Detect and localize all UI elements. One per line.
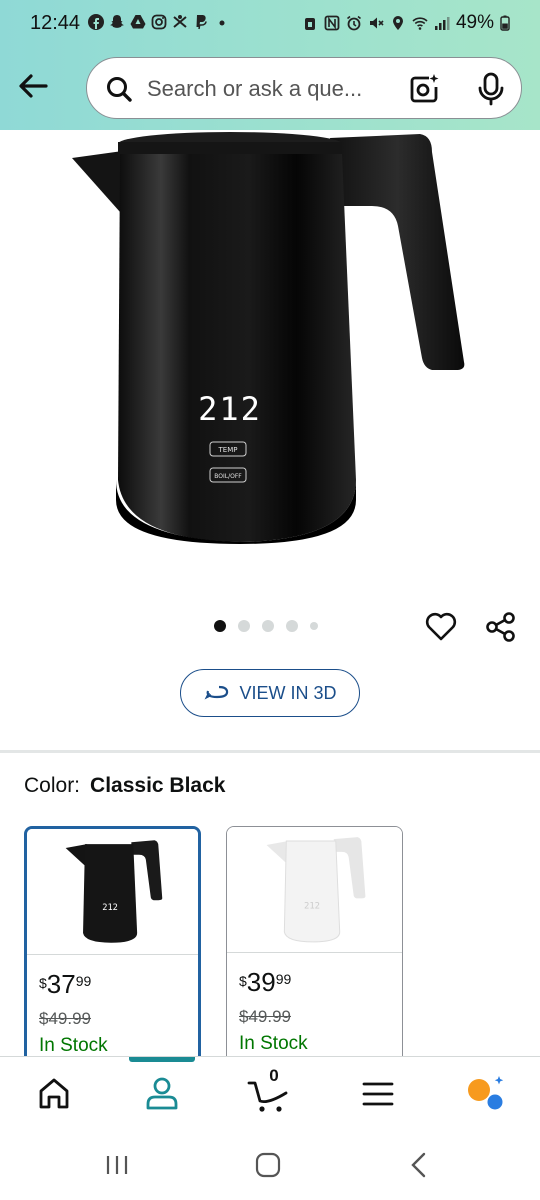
- system-icons: 49%: [302, 12, 510, 34]
- recent-apps-icon[interactable]: [100, 1148, 134, 1182]
- carousel-dot[interactable]: [238, 620, 250, 632]
- search-bar[interactable]: [86, 57, 522, 119]
- view-in-3d-label: VIEW IN 3D: [239, 682, 337, 703]
- color-label: Color:: [24, 774, 81, 797]
- alarm-icon: [346, 15, 361, 31]
- signal-icon: [434, 17, 450, 30]
- battery-percent: 49%: [455, 12, 494, 33]
- account-icon[interactable]: [139, 1071, 185, 1117]
- android-navigation-bar: [0, 1130, 540, 1200]
- status-time: 12:44: [30, 12, 81, 34]
- home-icon[interactable]: [31, 1071, 77, 1117]
- nfc-icon: [324, 15, 340, 31]
- swatch-image-white-kettle: 212: [227, 827, 402, 953]
- color-swatch-white[interactable]: 212 $ 39 99 $49.99 In Stock: [226, 826, 403, 1066]
- battery-icon: [500, 15, 510, 31]
- price-fraction: 99: [75, 973, 92, 989]
- wifi-icon: [412, 17, 428, 30]
- snapchat-icon: [110, 15, 124, 28]
- color-swatch-black[interactable]: 212 $ 37 99 $49.99 In Stock: [24, 826, 201, 1066]
- kettle-boil-label: BOIL/OFF: [214, 473, 242, 480]
- active-tab-indicator: [129, 1057, 195, 1062]
- bluetooth-person-icon: [173, 15, 187, 28]
- product-image-kettle[interactable]: 212 TEMP BOIL/OFF: [60, 130, 480, 570]
- price-symbol: $: [39, 975, 47, 991]
- heart-icon[interactable]: [424, 610, 458, 644]
- header: 12:44 49%: [0, 0, 540, 130]
- stock-status: In Stock: [239, 1033, 308, 1054]
- search-input[interactable]: [147, 72, 397, 106]
- rotate-3d-icon: [205, 685, 229, 700]
- carousel-dot[interactable]: [310, 622, 318, 630]
- price-fraction: 99: [275, 971, 292, 987]
- mute-icon: [369, 17, 384, 29]
- lock-icon: [304, 18, 315, 30]
- back-arrow-icon[interactable]: [14, 66, 54, 106]
- swatch-price: $ 37 99: [39, 971, 91, 997]
- instagram-icon: [151, 14, 167, 30]
- color-value: Classic Black: [90, 774, 226, 797]
- list-price: $49.99: [239, 1007, 291, 1026]
- status-bar: 12:44 49%: [0, 0, 540, 50]
- swatch-display: 212: [102, 903, 118, 913]
- swatch-image-black-kettle: 212: [27, 829, 198, 955]
- swatch-price: $ 39 99: [239, 969, 291, 995]
- price-symbol: $: [239, 973, 247, 989]
- paypal-icon: [196, 15, 207, 30]
- stock-status: In Stock: [39, 1035, 108, 1056]
- menu-icon[interactable]: [355, 1071, 401, 1117]
- facebook-icon: [88, 14, 104, 30]
- location-icon: [392, 16, 403, 30]
- notification-icons: [88, 14, 230, 30]
- section-divider: [0, 750, 540, 753]
- cart-count-badge: 0: [269, 1066, 279, 1085]
- kettle-display-number: 212: [198, 390, 262, 428]
- home-button-icon[interactable]: [251, 1148, 285, 1182]
- rufus-assistant-icon[interactable]: [462, 1071, 508, 1117]
- back-button-icon[interactable]: [403, 1148, 437, 1182]
- carousel-dot[interactable]: [262, 620, 274, 632]
- drive-icon: [130, 15, 146, 29]
- swatch-display: 212: [304, 901, 320, 911]
- price-whole: 39: [246, 967, 276, 997]
- carousel-dot[interactable]: [214, 620, 226, 632]
- search-icon[interactable]: [105, 75, 133, 103]
- view-in-3d-button[interactable]: VIEW IN 3D: [180, 669, 360, 717]
- share-icon[interactable]: [484, 610, 518, 644]
- kettle-temp-label: TEMP: [218, 446, 238, 454]
- color-selector-header: Color: Classic Black: [24, 774, 225, 798]
- image-carousel-dots: [214, 620, 318, 632]
- list-price: $49.99: [39, 1009, 91, 1028]
- microphone-icon[interactable]: [475, 72, 507, 106]
- camera-search-icon[interactable]: [407, 72, 441, 106]
- carousel-dot[interactable]: [286, 620, 298, 632]
- dot-icon: [219, 20, 225, 26]
- price-whole: 37: [46, 969, 76, 999]
